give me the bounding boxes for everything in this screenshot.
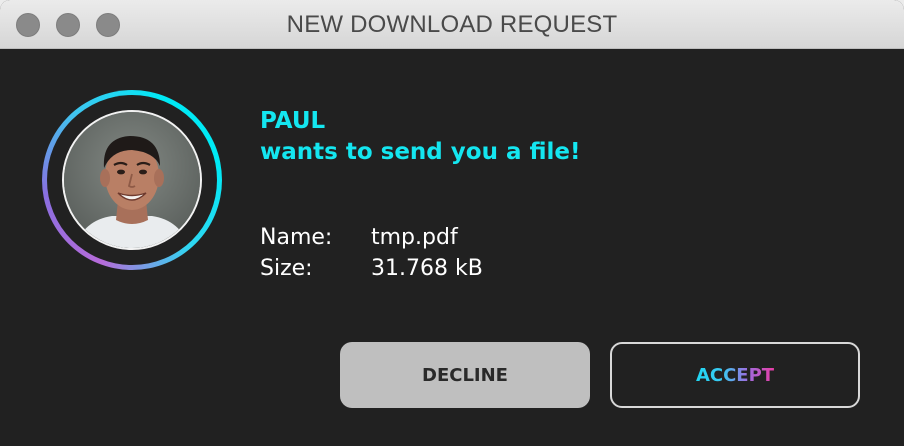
avatar-portrait-icon bbox=[64, 112, 200, 248]
file-name-label: Name: bbox=[260, 225, 333, 250]
download-request-window: NEW DOWNLOAD REQUEST PAUL wants to send … bbox=[0, 0, 904, 446]
file-size-label: Size: bbox=[260, 256, 313, 281]
window-title: NEW DOWNLOAD REQUEST bbox=[286, 11, 618, 38]
request-message: wants to send you a file! bbox=[260, 139, 581, 165]
accept-button-label: ACCEPT bbox=[695, 364, 775, 386]
dialog-content: PAUL wants to send you a file! Name: tmp… bbox=[0, 49, 904, 446]
file-name-value: tmp.pdf bbox=[371, 225, 458, 250]
decline-button-label: DECLINE bbox=[422, 364, 508, 386]
sender-name: PAUL bbox=[260, 108, 326, 134]
title-bar[interactable]: NEW DOWNLOAD REQUEST bbox=[0, 0, 904, 49]
sender-avatar bbox=[62, 110, 202, 250]
file-size-value: 31.768 kB bbox=[371, 256, 483, 281]
decline-button[interactable]: DECLINE bbox=[340, 342, 590, 408]
accept-button[interactable]: ACCEPT bbox=[610, 342, 860, 408]
request-header: PAUL wants to send you a file! bbox=[260, 106, 581, 168]
